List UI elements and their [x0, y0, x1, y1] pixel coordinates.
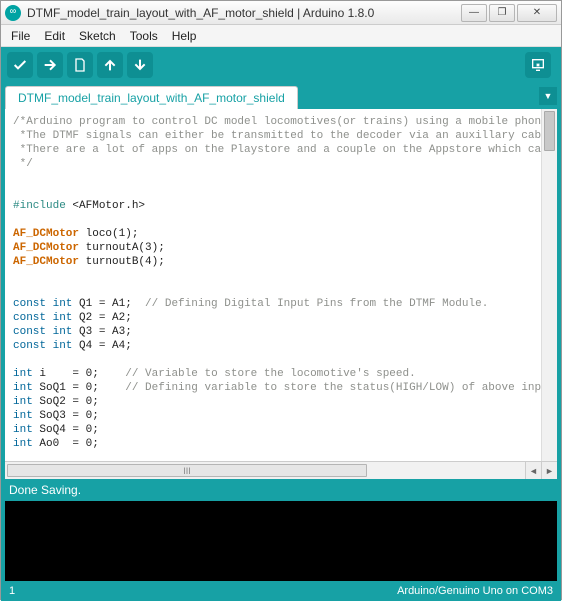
line-number: 1: [9, 585, 15, 597]
kw-const-int: const int: [13, 312, 72, 324]
vertical-scroll-thumb[interactable]: [544, 111, 555, 151]
tab-bar: DTMF_model_train_layout_with_AF_motor_sh…: [1, 83, 561, 109]
tab-menu-button[interactable]: ▼: [539, 87, 557, 105]
code-editor[interactable]: /*Arduino program to control DC model lo…: [5, 109, 557, 461]
window-buttons: — ❐ ✕: [461, 4, 557, 22]
menu-help[interactable]: Help: [166, 27, 203, 45]
footer-bar: 1 Arduino/Genuino Uno on COM3: [1, 581, 561, 601]
scroll-right-button[interactable]: ►: [541, 462, 557, 479]
close-button[interactable]: ✕: [517, 4, 557, 22]
decl-loco: loco(1);: [86, 228, 139, 240]
window-title: DTMF_model_train_layout_with_AF_motor_sh…: [27, 6, 461, 20]
kw-int: int: [13, 424, 33, 436]
decl-ao0: Ao0 = 0;: [39, 438, 98, 450]
comment-q1: // Defining Digital Input Pins from the …: [145, 298, 488, 310]
arduino-app-icon: ∞: [5, 5, 21, 21]
vertical-scrollbar[interactable]: [541, 109, 557, 461]
kw-int: int: [13, 410, 33, 422]
kw-int: int: [13, 368, 33, 380]
arrow-down-icon: [132, 57, 148, 73]
menu-edit[interactable]: Edit: [38, 27, 71, 45]
file-icon: [72, 57, 88, 73]
menubar: File Edit Sketch Tools Help: [1, 25, 561, 47]
decl-soq2: SoQ2 = 0;: [39, 396, 98, 408]
board-port-info: Arduino/Genuino Uno on COM3: [397, 585, 553, 597]
scroll-left-button[interactable]: ◄: [525, 462, 541, 479]
comment-line: */: [13, 158, 33, 170]
decl-soq4: SoQ4 = 0;: [39, 424, 98, 436]
class-af-dcmotor: AF_DCMotor: [13, 242, 79, 254]
verify-button[interactable]: [7, 52, 33, 78]
check-icon: [12, 57, 28, 73]
chevron-down-icon: ▼: [544, 91, 553, 101]
arrow-right-icon: [42, 57, 58, 73]
kw-int: int: [13, 396, 33, 408]
class-af-dcmotor: AF_DCMotor: [13, 228, 79, 240]
comment-soq1: // Defining variable to store the status…: [125, 382, 557, 394]
comment-i: // Variable to store the locomotive's sp…: [125, 368, 415, 380]
horizontal-scrollbar-row: III ◄ ►: [5, 461, 557, 479]
save-sketch-button[interactable]: [127, 52, 153, 78]
maximize-button[interactable]: ❐: [489, 4, 515, 22]
window-titlebar: ∞ DTMF_model_train_layout_with_AF_motor_…: [1, 1, 561, 25]
class-af-dcmotor: AF_DCMotor: [13, 256, 79, 268]
status-bar: Done Saving.: [1, 479, 561, 501]
decl-q1: Q1 = A1;: [79, 298, 132, 310]
editor-pane: /*Arduino program to control DC model lo…: [1, 109, 561, 479]
decl-soq1: SoQ1 = 0;: [39, 382, 98, 394]
comment-line: *There are a lot of apps on the Playstor…: [13, 144, 557, 156]
open-sketch-button[interactable]: [97, 52, 123, 78]
toolbar: [1, 47, 561, 83]
sketch-tab[interactable]: DTMF_model_train_layout_with_AF_motor_sh…: [5, 86, 298, 109]
decl-soq3: SoQ3 = 0;: [39, 410, 98, 422]
decl-q2: Q2 = A2;: [79, 312, 132, 324]
kw-const-int: const int: [13, 298, 72, 310]
menu-file[interactable]: File: [5, 27, 36, 45]
decl-q4: Q4 = A4;: [79, 340, 132, 352]
horizontal-scrollbar[interactable]: III: [5, 462, 525, 479]
new-sketch-button[interactable]: [67, 52, 93, 78]
status-message: Done Saving.: [9, 483, 81, 497]
decl-turnouta: turnoutA(3);: [86, 242, 165, 254]
horizontal-scroll-thumb[interactable]: III: [7, 464, 367, 477]
menu-sketch[interactable]: Sketch: [73, 27, 122, 45]
decl-i: i = 0;: [39, 368, 98, 380]
kw-int: int: [13, 382, 33, 394]
comment-line: *The DTMF signals can either be transmit…: [13, 130, 557, 142]
decl-turnoutb: turnoutB(4);: [86, 256, 165, 268]
include-value: <AFMotor.h>: [72, 200, 145, 212]
kw-int: int: [13, 438, 33, 450]
minimize-button[interactable]: —: [461, 4, 487, 22]
kw-const-int: const int: [13, 326, 72, 338]
serial-monitor-button[interactable]: [525, 52, 551, 78]
menu-tools[interactable]: Tools: [124, 27, 164, 45]
serial-monitor-icon: [530, 57, 546, 73]
arrow-up-icon: [102, 57, 118, 73]
comment-line: /*Arduino program to control DC model lo…: [13, 116, 557, 128]
kw-const-int: const int: [13, 340, 72, 352]
kw-include: #include: [13, 200, 66, 212]
upload-button[interactable]: [37, 52, 63, 78]
decl-q3: Q3 = A3;: [79, 326, 132, 338]
console-output[interactable]: [1, 501, 561, 581]
